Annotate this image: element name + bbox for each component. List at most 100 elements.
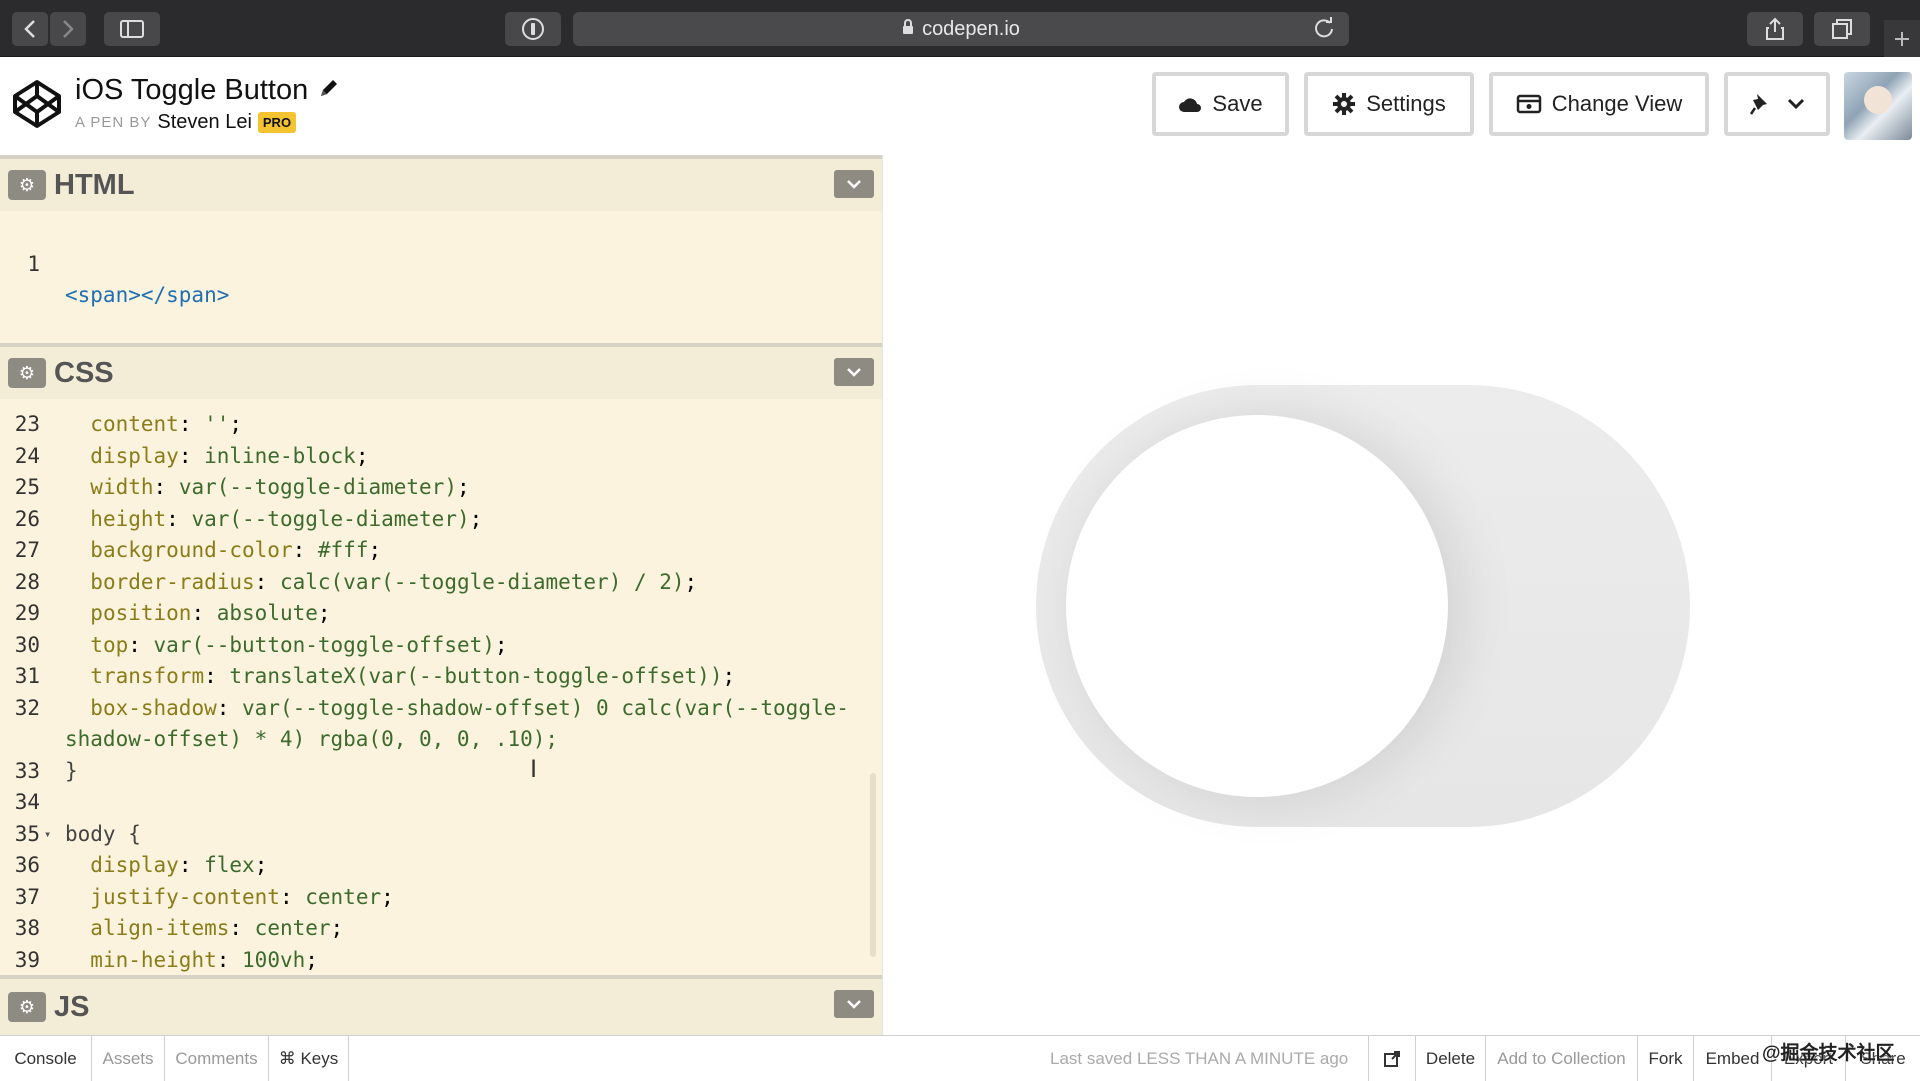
tabs-overview-button[interactable] [1814,12,1870,46]
css-value: #fff [317,538,369,562]
js-panel-title: JS [54,990,90,1023]
pin-menu-button[interactable] [1724,72,1830,136]
change-view-label: Change View [1551,91,1683,116]
css-value: calc(var(--toggle-diameter) / 2) [279,569,685,594]
code-text: content: ''; [90,412,243,436]
js-collapse-button[interactable] [834,990,874,1018]
password-button[interactable] [505,12,561,46]
code-line: 24 display: inline-block; [0,441,882,473]
delete-button[interactable]: Delete [1416,1036,1486,1081]
chevron-down-icon [847,368,861,377]
css-collapse-button[interactable] [834,358,874,386]
editor-resizer[interactable] [882,155,904,1035]
code-line: 37 justify-content: center; [0,882,882,914]
codepen-logo-icon[interactable] [12,79,62,134]
pen-author-line: A PEN BY Steven Lei PRO [75,111,297,134]
js-settings-gear-icon[interactable]: ⚙ [8,992,46,1022]
sidebar-toggle-button[interactable] [104,12,160,46]
settings-label: Settings [1366,91,1446,116]
sidebar-icon [120,20,144,38]
code-text: <span></span> [65,283,230,307]
code-text: min-height: 100vh; [90,947,318,972]
code-text: display: flex; [90,853,268,877]
code-line: 28 border-radius: calc(var(--toggle-diam… [0,567,882,599]
css-scrollbar[interactable] [870,773,876,957]
code-line: 35 ▾ body { [0,819,882,851]
keys-button[interactable]: ⌘ Keys [269,1036,349,1081]
avatar[interactable] [1844,72,1912,140]
line-number: 30 [14,632,40,657]
chevron-down-icon [847,1000,861,1009]
chevron-down-icon [847,180,861,189]
settings-button[interactable]: Settings [1304,72,1474,136]
js-panel-header: ⚙ JS [0,975,882,1035]
line-number: 1 [27,251,40,276]
address-bar[interactable]: codepen.io [573,12,1349,46]
pen-header: iOS Toggle Button A PEN BY Steven Lei PR… [0,57,1920,155]
css-property: position [90,601,192,625]
css-code-area[interactable]: 23 content: ''; 24 display: inline-block;… [0,409,882,985]
code-line: 30 top: var(--button-toggle-offset); [0,630,882,662]
css-property: content [90,412,179,436]
bottom-bar: Console Assets Comments ⌘ Keys Last save… [0,1035,1920,1081]
css-property: justify-content [90,884,280,909]
back-button[interactable] [12,12,48,46]
text-cursor-icon: I [530,755,538,783]
url-text: codepen.io [922,17,1020,40]
toggle-knob[interactable] [1066,415,1448,797]
pro-badge: PRO [257,112,297,133]
line-number: 36 [14,853,40,877]
change-view-button[interactable]: Change View [1489,72,1709,136]
assets-button[interactable]: Assets [92,1036,165,1081]
css-value: inline-block [204,443,356,468]
line-number: 23 [14,412,40,436]
code-line: 36 display: flex; [0,850,882,882]
comments-button[interactable]: Comments [165,1036,269,1081]
forward-button[interactable] [50,12,86,46]
html-code-area[interactable]: 1 <span></span> [0,217,882,308]
code-text: align-items: center; [90,916,344,940]
line-number: 31 [14,664,40,688]
toggle-track[interactable] [1036,385,1690,827]
save-button[interactable]: Save [1152,72,1289,136]
author-link[interactable]: Steven Lei [157,111,252,134]
console-button[interactable]: Console [0,1036,92,1081]
css-value: center [254,916,331,940]
chevron-left-icon [24,20,35,38]
preview-pane [904,155,1920,1035]
line-number: 26 [14,506,40,531]
reload-icon[interactable] [1313,17,1335,45]
css-property: width [90,475,154,499]
share-browser-button[interactable] [1747,12,1803,46]
add-to-collection-button[interactable]: Add to Collection [1486,1036,1638,1081]
last-saved-text: Last saved LESS THAN A MINUTE ago [1050,1049,1349,1068]
editor-pane: ⚙ HTML 1 <span></span> ⚙ CSS 23 content:… [0,155,882,1035]
css-property: display [90,443,179,468]
code-line: 1 <span></span> [0,217,882,308]
line-number: 38 [14,916,40,940]
open-external-button[interactable] [1368,1036,1416,1081]
css-property: box-shadow [90,695,217,720]
browser-toolbar: codepen.io [0,0,1920,57]
fork-button[interactable]: Fork [1638,1036,1694,1081]
pencil-icon[interactable] [318,74,340,107]
html-collapse-button[interactable] [834,170,874,198]
code-line: 39 min-height: 100vh; [0,945,882,977]
html-panel-header: ⚙ HTML [0,155,882,211]
embed-button[interactable]: Embed [1694,1036,1772,1081]
pen-by-label: A PEN BY [75,114,152,131]
css-panel-title: CSS [54,356,114,389]
new-tab-button[interactable] [1884,20,1920,57]
window-icon [1516,94,1542,114]
css-settings-gear-icon[interactable]: ⚙ [8,358,46,388]
cloud-icon [1179,98,1202,112]
css-property: display [90,853,179,877]
pin-icon [1749,94,1767,115]
css-property: top [90,632,129,657]
code-text: top: var(--button-toggle-offset); [90,632,508,657]
pen-title[interactable]: iOS Toggle Button [75,74,340,107]
css-property: transform [90,664,205,688]
code-raw: } [65,758,78,783]
fold-arrow-icon[interactable]: ▾ [44,819,51,851]
html-settings-gear-icon[interactable]: ⚙ [8,170,46,200]
